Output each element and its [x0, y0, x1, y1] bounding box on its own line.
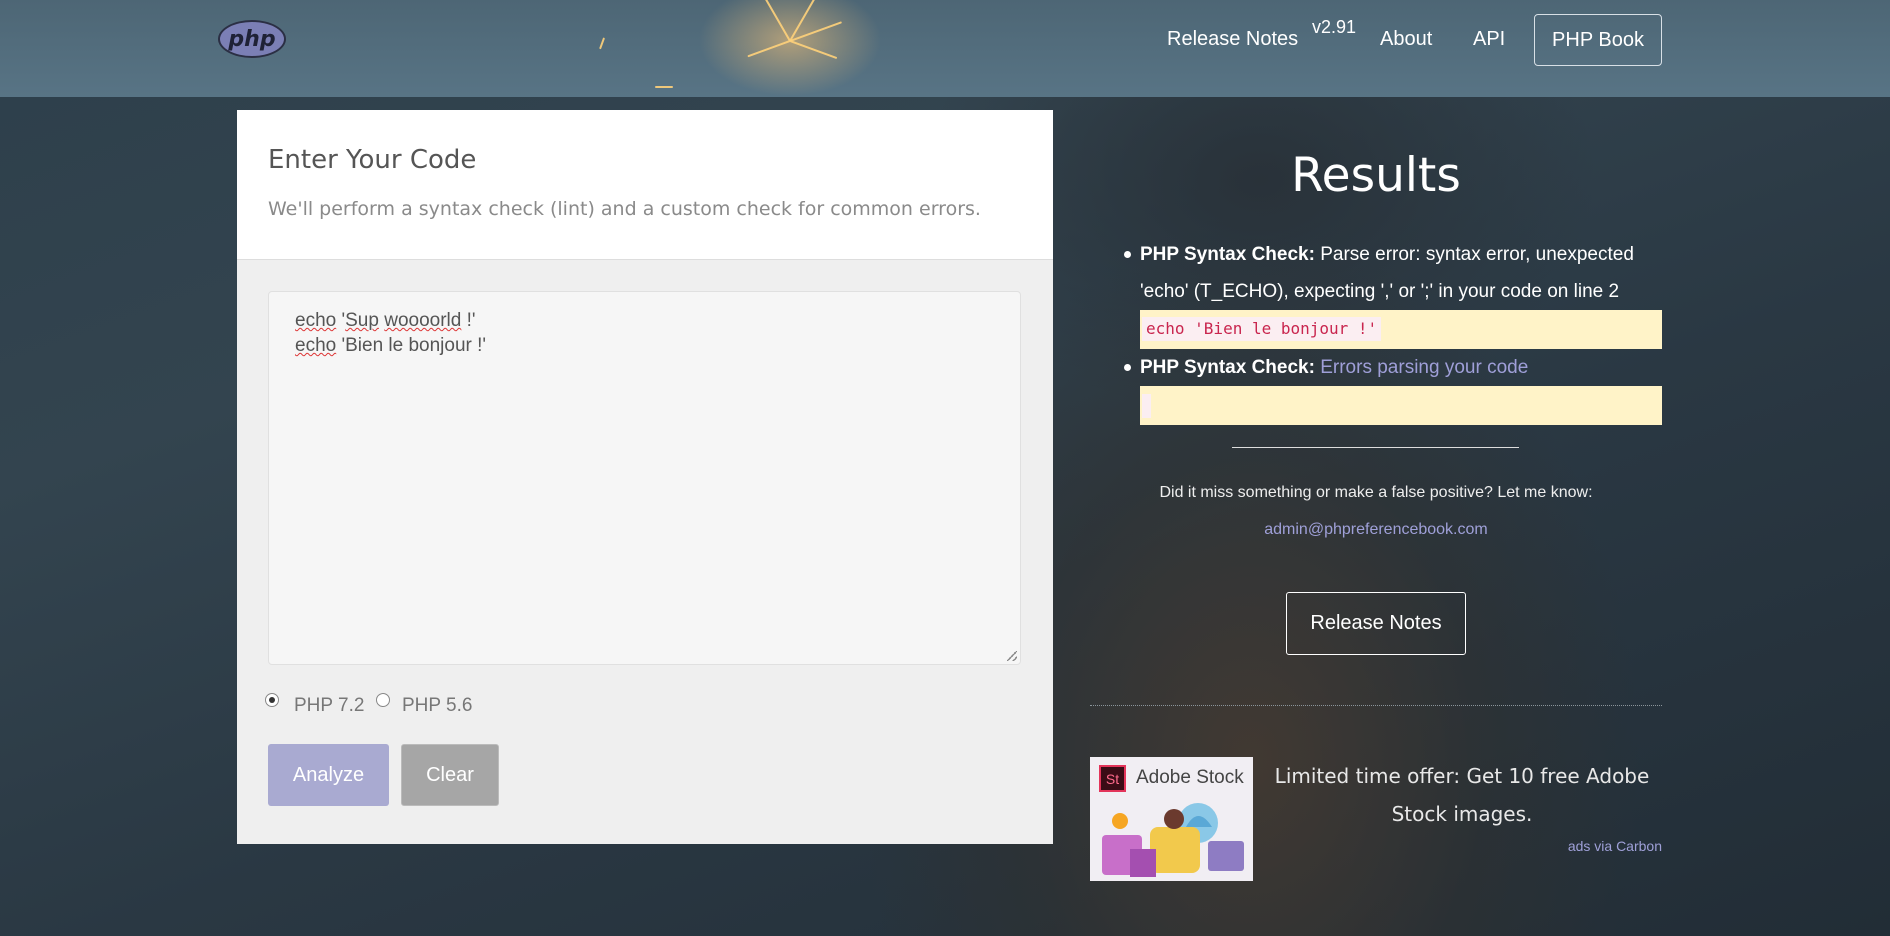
code-line: echo 'Bien le bonjour !'	[295, 335, 487, 356]
resize-handle[interactable]	[1007, 651, 1017, 661]
snippet-code: echo 'Bien le bonjour !'	[1142, 317, 1382, 341]
feedback-text: Did it miss something or make a false po…	[1159, 484, 1593, 501]
sparkler-decoration	[789, 40, 838, 60]
results-divider	[1232, 447, 1519, 448]
result-label: PHP Syntax Check:	[1140, 244, 1315, 265]
result-message-link[interactable]: Errors parsing your code	[1320, 357, 1528, 378]
php56-radio[interactable]	[376, 693, 390, 707]
sparkler-decoration	[655, 86, 673, 88]
contact-email-link[interactable]: admin@phpreferencebook.com	[1090, 521, 1662, 539]
ad-image[interactable]: St Adobe Stock	[1090, 757, 1253, 881]
analyze-button[interactable]: Analyze	[268, 744, 389, 806]
results-title: Results	[1291, 148, 1461, 203]
ad-divider	[1090, 705, 1662, 706]
result-label: PHP Syntax Check:	[1140, 357, 1315, 378]
php-book-button[interactable]: PHP Book	[1534, 14, 1662, 66]
ad-text-link[interactable]: Limited time offer: Get 10 free Adobe St…	[1262, 757, 1662, 833]
nav-release-notes[interactable]: Release Notes	[1167, 28, 1298, 51]
ads-via-carbon-link[interactable]: ads via Carbon	[1462, 838, 1662, 854]
ad-illustration	[1102, 803, 1244, 877]
version-badge: v2.91	[1312, 17, 1357, 37]
sparkler-decoration	[761, 0, 791, 42]
release-notes-button[interactable]: Release Notes	[1286, 592, 1466, 655]
result-item: PHP Syntax Check: Errors parsing your co…	[1124, 349, 1662, 425]
code-snippet: echo 'Bien le bonjour !'	[1140, 310, 1662, 349]
results-list: PHP Syntax Check: Parse error: syntax er…	[1124, 236, 1662, 425]
result-item: PHP Syntax Check: Parse error: syntax er…	[1124, 236, 1662, 349]
code-snippet	[1140, 386, 1662, 425]
php72-radio[interactable]	[265, 693, 279, 707]
snippet-code-empty	[1142, 394, 1151, 418]
code-textarea[interactable]: echo 'Sup woooorld !' echo 'Bien le bonj…	[268, 291, 1021, 665]
php-logo[interactable]: php	[218, 20, 286, 58]
panel-header: Enter Your Code We'll perform a syntax c…	[237, 110, 1053, 260]
sparkler-decoration	[599, 37, 606, 50]
nav-api[interactable]: API	[1473, 28, 1505, 51]
clear-button[interactable]: Clear	[401, 744, 499, 806]
panel-subtitle: We'll perform a syntax check (lint) and …	[268, 198, 981, 220]
sparkler-decoration	[747, 40, 791, 58]
code-line: echo 'Sup woooorld !'	[295, 310, 476, 331]
php56-label: PHP 5.6	[402, 695, 473, 716]
code-input-panel: Enter Your Code We'll perform a syntax c…	[237, 110, 1053, 844]
nav-about[interactable]: About	[1380, 28, 1432, 51]
php72-label: PHP 7.2	[294, 695, 365, 716]
panel-title: Enter Your Code	[268, 145, 477, 175]
